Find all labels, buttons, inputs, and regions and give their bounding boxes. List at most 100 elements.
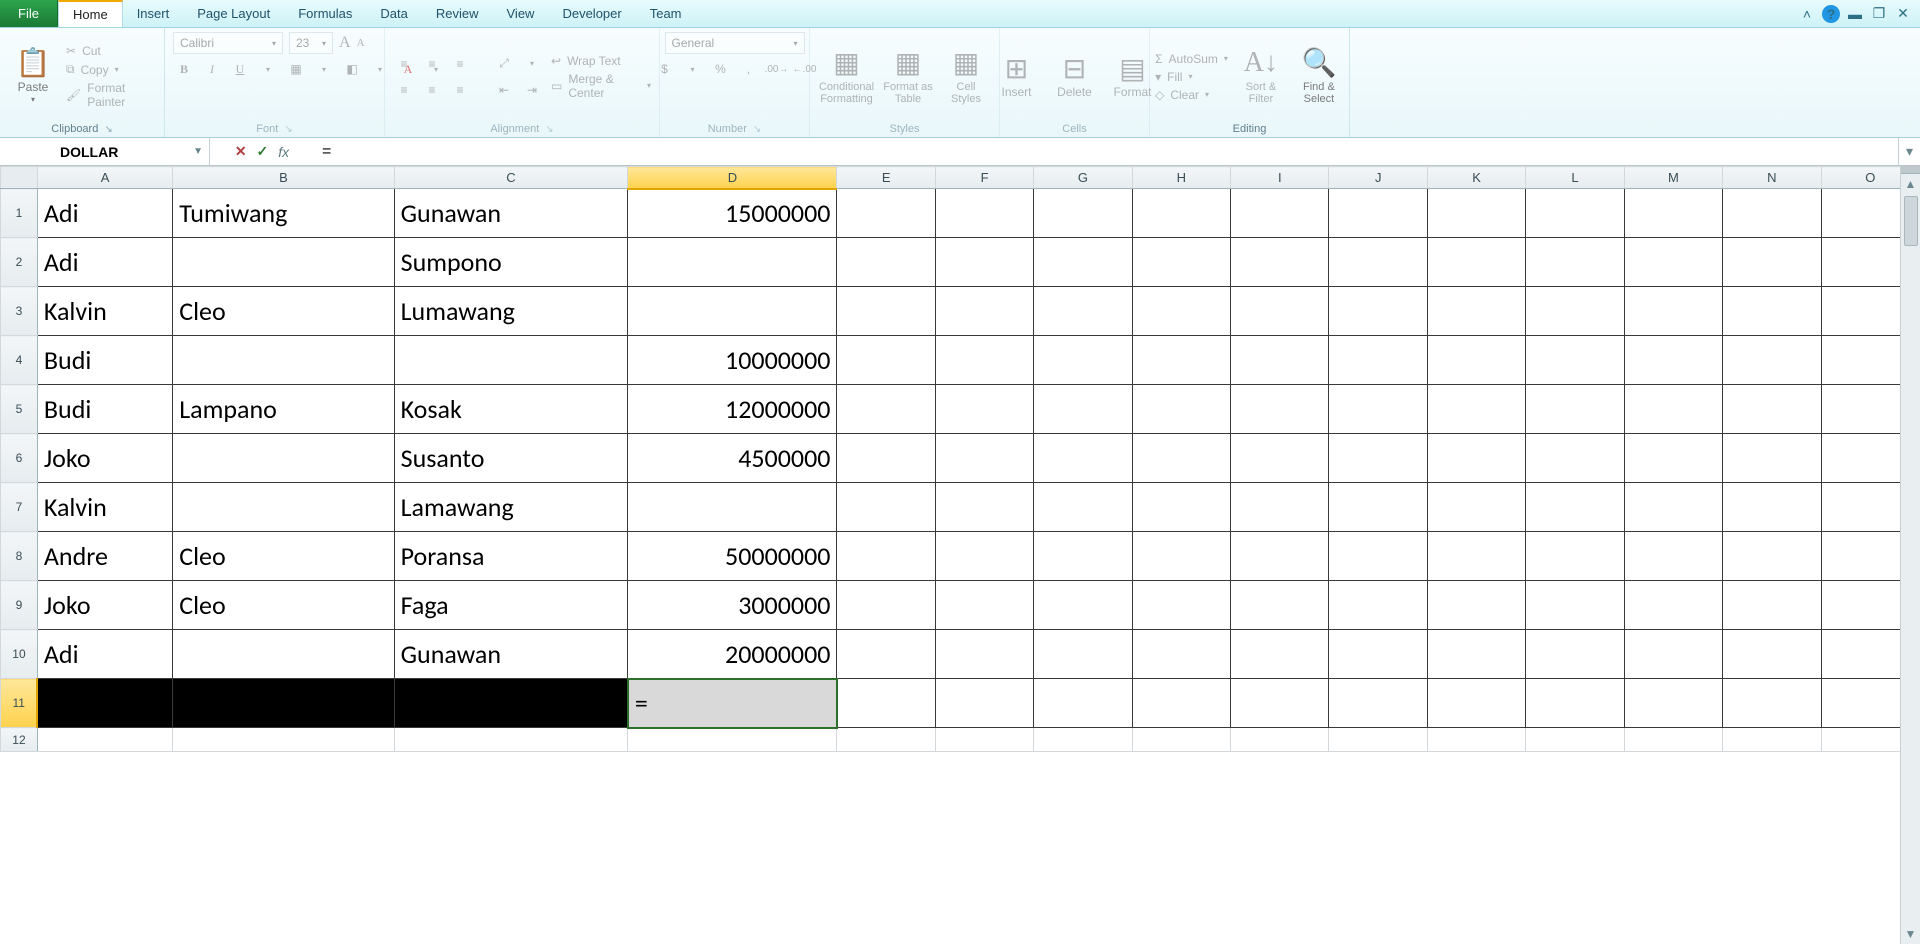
cell-K11[interactable]	[1427, 679, 1525, 728]
cell-H5[interactable]	[1132, 385, 1230, 434]
ribbon-minimize-icon[interactable]: ˄	[1798, 5, 1816, 23]
window-restore-icon[interactable]: ❐	[1870, 5, 1888, 23]
cell-B6[interactable]	[173, 434, 394, 483]
cell-J11[interactable]	[1329, 679, 1427, 728]
scroll-up-icon[interactable]: ▲	[1901, 174, 1920, 194]
cell-I7[interactable]	[1231, 483, 1329, 532]
cell-L11[interactable]	[1526, 679, 1624, 728]
increase-indent-icon[interactable]: ⇥	[521, 79, 543, 101]
cell-M6[interactable]	[1624, 434, 1722, 483]
cell-H4[interactable]	[1132, 336, 1230, 385]
percent-icon[interactable]: %	[710, 58, 732, 80]
format-painter-button[interactable]: 🖌Format Painter	[66, 81, 156, 109]
cell-I8[interactable]	[1231, 532, 1329, 581]
fill-button[interactable]: ▾Fill▾	[1155, 70, 1228, 84]
column-header-L[interactable]: L	[1526, 167, 1624, 189]
cell-I2[interactable]	[1231, 238, 1329, 287]
cell-H12[interactable]	[1132, 728, 1230, 752]
cell-F10[interactable]	[935, 630, 1033, 679]
cell-D2[interactable]	[628, 238, 837, 287]
cell-M11[interactable]	[1624, 679, 1722, 728]
cell-N7[interactable]	[1723, 483, 1821, 532]
cell-F4[interactable]	[935, 336, 1033, 385]
cell-I9[interactable]	[1231, 581, 1329, 630]
alignment-dialog-icon[interactable]: ↘	[545, 124, 553, 135]
cell-E2[interactable]	[837, 238, 935, 287]
tab-formulas[interactable]: Formulas	[284, 0, 366, 27]
cell-N8[interactable]	[1723, 532, 1821, 581]
cell-D7[interactable]	[628, 483, 837, 532]
cell-K10[interactable]	[1427, 630, 1525, 679]
cell-O6[interactable]	[1821, 434, 1900, 483]
cell-F9[interactable]	[935, 581, 1033, 630]
cell-G1[interactable]	[1034, 189, 1132, 238]
cell-F12[interactable]	[935, 728, 1033, 752]
cell-F3[interactable]	[935, 287, 1033, 336]
fx-icon[interactable]: fx	[278, 144, 289, 160]
cell-E3[interactable]	[837, 287, 935, 336]
cell-C5[interactable]: Kosak	[394, 385, 628, 434]
underline-button[interactable]: U	[229, 58, 251, 80]
autosum-button[interactable]: ΣAutoSum▾	[1155, 52, 1228, 66]
cell-I1[interactable]	[1231, 189, 1329, 238]
cell-E11[interactable]	[837, 679, 935, 728]
column-header-G[interactable]: G	[1034, 167, 1132, 189]
confirm-formula-icon[interactable]: ✓	[257, 143, 269, 160]
cell-C7[interactable]: Lamawang	[394, 483, 628, 532]
grow-font-icon[interactable]: A	[339, 34, 351, 52]
row-header-5[interactable]: 5	[1, 385, 38, 434]
row-header-11[interactable]: 11	[1, 679, 38, 728]
cell-J1[interactable]	[1329, 189, 1427, 238]
cell-J2[interactable]	[1329, 238, 1427, 287]
decrease-indent-icon[interactable]: ⇤	[493, 79, 515, 101]
cell-B7[interactable]	[173, 483, 394, 532]
cell-J7[interactable]	[1329, 483, 1427, 532]
cell-B8[interactable]: Cleo	[173, 532, 394, 581]
cell-C6[interactable]: Susanto	[394, 434, 628, 483]
align-center-icon[interactable]: ≡	[421, 79, 443, 101]
cell-K6[interactable]	[1427, 434, 1525, 483]
row-header-9[interactable]: 9	[1, 581, 38, 630]
cell-E12[interactable]	[837, 728, 935, 752]
cell-N4[interactable]	[1723, 336, 1821, 385]
row-header-6[interactable]: 6	[1, 434, 38, 483]
tab-page-layout[interactable]: Page Layout	[183, 0, 284, 27]
fill-color-button[interactable]: ◧	[341, 58, 363, 80]
format-as-table-button[interactable]: ▦Format as Table	[883, 48, 933, 105]
cell-C1[interactable]: Gunawan	[394, 189, 628, 238]
cell-H10[interactable]	[1132, 630, 1230, 679]
orientation-icon[interactable]: ⤢	[493, 53, 515, 75]
cell-I10[interactable]	[1231, 630, 1329, 679]
cell-A2[interactable]: Adi	[37, 238, 172, 287]
cell-K4[interactable]	[1427, 336, 1525, 385]
cell-E7[interactable]	[837, 483, 935, 532]
merge-center-button[interactable]: ▭Merge & Center▾	[551, 72, 651, 100]
cell-H11[interactable]	[1132, 679, 1230, 728]
cell-D4[interactable]: 10000000	[628, 336, 837, 385]
row-header-12[interactable]: 12	[1, 728, 38, 752]
cell-J4[interactable]	[1329, 336, 1427, 385]
cell-C4[interactable]	[394, 336, 628, 385]
tab-team[interactable]: Team	[636, 0, 696, 27]
cell-J3[interactable]	[1329, 287, 1427, 336]
cell-M3[interactable]	[1624, 287, 1722, 336]
cell-M4[interactable]	[1624, 336, 1722, 385]
cell-F7[interactable]	[935, 483, 1033, 532]
cut-button[interactable]: ✂Cut	[66, 44, 156, 58]
font-size-select[interactable]: 23▾	[289, 32, 333, 54]
column-header-B[interactable]: B	[173, 167, 394, 189]
cell-G9[interactable]	[1034, 581, 1132, 630]
cell-I4[interactable]	[1231, 336, 1329, 385]
cell-M9[interactable]	[1624, 581, 1722, 630]
formula-input[interactable]: =	[314, 138, 1898, 165]
cell-B1[interactable]: Tumiwang	[173, 189, 394, 238]
cell-J12[interactable]	[1329, 728, 1427, 752]
cell-D5[interactable]: 12000000	[628, 385, 837, 434]
cell-M5[interactable]	[1624, 385, 1722, 434]
cell-C8[interactable]: Poransa	[394, 532, 628, 581]
italic-button[interactable]: I	[201, 58, 223, 80]
cell-O4[interactable]	[1821, 336, 1900, 385]
cell-L9[interactable]	[1526, 581, 1624, 630]
cell-H2[interactable]	[1132, 238, 1230, 287]
cell-L12[interactable]	[1526, 728, 1624, 752]
